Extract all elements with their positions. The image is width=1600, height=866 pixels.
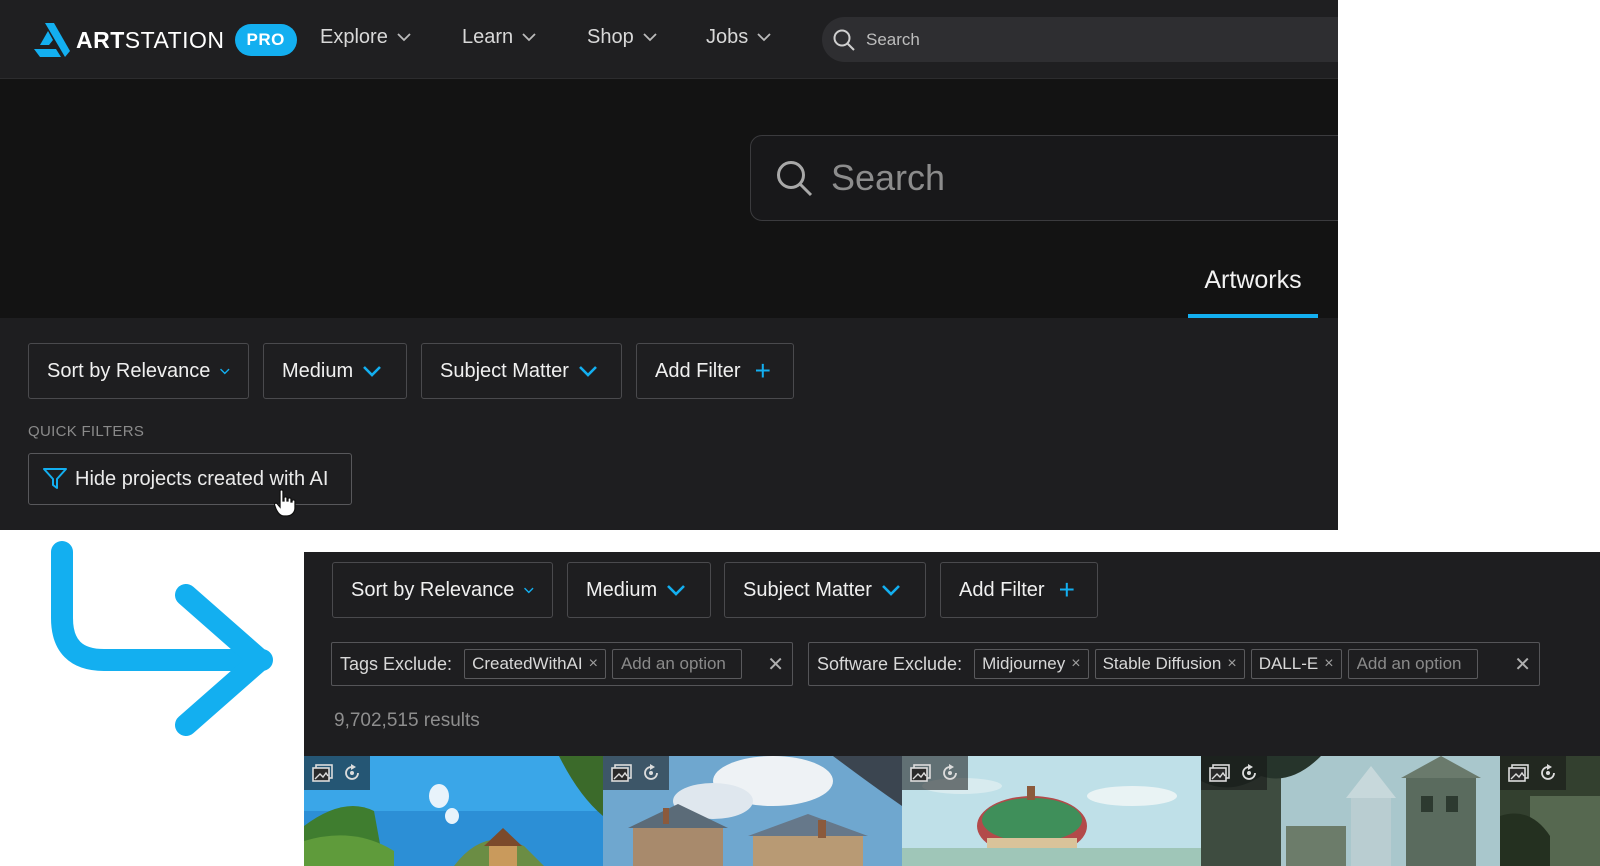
sort-label: Sort by Relevance [351,578,515,601]
medium-dropdown[interactable]: Medium [567,562,711,618]
plus-icon: + [1058,574,1075,605]
quick-filters-label: QUICK FILTERS [28,423,145,440]
gallery-icon [909,764,931,782]
medium-label: Medium [586,578,658,601]
rotate-icon [1241,764,1256,780]
nav-learn[interactable]: Learn [462,26,536,49]
nav-search-bar[interactable] [822,17,1338,62]
clear-software-icon[interactable]: ✕ [1514,652,1531,677]
software-exclude-label: Software Exclude: [817,653,963,674]
tab-artworks-label: Artworks [1204,266,1302,294]
chevron-down-icon [524,587,534,593]
medium-dropdown[interactable]: Medium [263,343,407,399]
logo-text: ARTSTATION [76,26,225,53]
hand-cursor-icon [274,489,296,517]
chevron-down-icon [882,584,900,596]
thumbnail-overlay [304,756,370,790]
tab-artworks[interactable]: Artworks [1188,266,1318,318]
pro-badge: PRO [234,24,297,56]
chevron-down-icon [579,365,597,377]
sort-dropdown[interactable]: Sort by Relevance [28,343,249,399]
add-filter-button[interactable]: Add Filter + [940,562,1098,618]
artwork-thumbnail[interactable] [1201,756,1500,866]
thumbnail-overlay [1500,756,1566,790]
software-chip-label: Midjourney [982,654,1066,673]
clear-tags-icon[interactable]: ✕ [767,652,784,677]
main-search-input[interactable] [831,157,1331,199]
chevron-down-icon [522,33,536,42]
remove-tag-icon[interactable]: × [589,655,598,673]
nav-jobs-label: Jobs [706,26,749,48]
chevron-down-icon [220,368,230,374]
software-chip[interactable]: Midjourney × [974,649,1089,679]
artstation-logo[interactable]: ARTSTATION PRO [34,22,297,58]
tags-add-option-input[interactable] [611,649,742,679]
chevron-down-icon [643,33,657,42]
add-filter-label: Add Filter [655,359,741,382]
nav-search-input[interactable] [866,29,1266,50]
software-chip-label: DALL-E [1258,654,1319,673]
artwork-thumbnail[interactable] [603,756,902,866]
medium-label: Medium [282,359,354,382]
bottom-screenshot: Sort by Relevance Medium Subject Matter … [304,552,1600,866]
rotate-icon [643,764,658,780]
remove-software-icon[interactable]: × [1324,655,1333,673]
gallery-icon [311,764,333,782]
results-count: 9,702,515 results [334,710,480,731]
chevron-down-icon [363,365,382,377]
thumbnail-overlay [902,756,968,790]
software-exclude-filter[interactable]: Software Exclude: Midjourney × Stable Di… [808,642,1540,686]
software-chip[interactable]: Stable Diffusion × [1094,649,1245,679]
artwork-thumbnail[interactable] [304,756,603,866]
software-chip-label: Stable Diffusion [1102,654,1222,673]
chevron-down-icon [667,584,686,596]
nav-shop[interactable]: Shop [587,26,657,49]
search-icon [777,161,813,197]
artwork-thumbnail[interactable] [1500,756,1600,866]
filter-funnel-icon [43,468,67,489]
sort-label: Sort by Relevance [47,359,211,382]
remove-software-icon[interactable]: × [1227,655,1236,673]
main-search-bar[interactable] [750,135,1338,221]
gallery-icon [1507,764,1529,782]
nav-learn-label: Learn [462,26,514,48]
chevron-down-icon [397,33,411,42]
artstation-logo-icon [34,23,70,57]
add-filter-label: Add Filter [959,578,1045,601]
nav-jobs[interactable]: Jobs [706,26,771,49]
sort-dropdown[interactable]: Sort by Relevance [332,562,553,618]
add-filter-button[interactable]: Add Filter + [636,343,794,399]
search-icon [833,29,855,51]
subject-matter-dropdown[interactable]: Subject Matter [421,343,622,399]
remove-software-icon[interactable]: × [1071,655,1080,673]
top-navbar: ARTSTATION PRO Explore Learn Shop Jobs [0,0,1338,79]
gallery-icon [610,764,632,782]
tags-exclude-filter[interactable]: Tags Exclude: CreatedWithAI × ✕ [331,642,793,686]
tags-exclude-label: Tags Exclude: [340,653,453,674]
subject-matter-label: Subject Matter [743,578,872,601]
thumbnail-overlay [603,756,669,790]
hide-ai-projects-label: Hide projects created with AI [75,467,329,490]
artwork-thumbnail[interactable] [902,756,1201,866]
subject-matter-label: Subject Matter [440,359,569,382]
hide-ai-projects-button[interactable]: Hide projects created with AI [28,453,352,505]
rotate-icon [344,764,359,780]
rotate-icon [942,764,957,780]
nav-explore[interactable]: Explore [320,26,411,49]
nav-shop-label: Shop [587,26,634,48]
nav-explore-label: Explore [320,26,388,48]
thumbnail-overlay [1201,756,1267,790]
gallery-icon [1208,764,1230,782]
tag-chip[interactable]: CreatedWithAI × [464,649,606,679]
subject-matter-dropdown[interactable]: Subject Matter [724,562,926,618]
arrow-icon [51,541,273,736]
tag-chip-label: CreatedWithAI [472,654,583,673]
chevron-down-icon [757,33,771,42]
rotate-icon [1540,764,1555,780]
stage: ARTSTATION PRO Explore Learn Shop Jobs S… [0,0,1600,866]
software-add-option-input[interactable] [1347,649,1478,679]
top-screenshot: ARTSTATION PRO Explore Learn Shop Jobs S… [0,0,1338,530]
software-chip[interactable]: DALL-E × [1250,649,1342,679]
plus-icon: + [754,355,771,386]
